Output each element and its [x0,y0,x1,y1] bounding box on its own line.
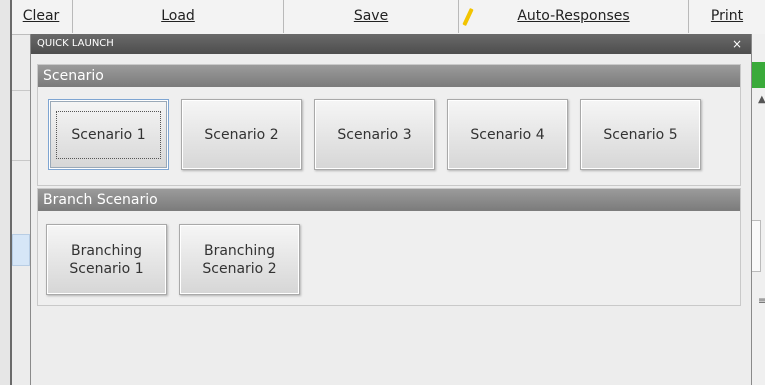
divider [12,90,30,91]
divider [12,160,30,161]
scenario-4-button[interactable]: Scenario 4 [447,99,568,170]
section-header-branch: Branch Scenario [38,189,740,211]
scrollbar-thumb[interactable] [751,220,761,272]
left-edge-panel [0,0,12,385]
scroll-up-icon[interactable]: ▲ [758,94,765,105]
branch-scenario-section: Branch Scenario Branching Scenario 1 Bra… [37,188,741,306]
window-title: QUICK LAUNCH [37,38,114,49]
section-header-scenario: Scenario [38,65,740,87]
grip-icon[interactable]: ≡ [758,296,765,307]
scenario-section: Scenario Scenario 1 Scenario 2 Scenario … [37,64,741,186]
clear-button[interactable]: Clear [10,0,73,33]
scenario-3-button[interactable]: Scenario 3 [314,99,435,170]
auto-responses-button[interactable]: Auto-Responses [459,0,689,33]
print-button[interactable]: Print [689,0,765,33]
scenario-1-button[interactable]: Scenario 1 [48,99,169,170]
background-selected-row [12,234,30,266]
scenario-5-button[interactable]: Scenario 5 [580,99,701,170]
branching-scenario-1-button[interactable]: Branching Scenario 1 [46,224,167,295]
branching-scenario-2-button[interactable]: Branching Scenario 2 [179,224,300,295]
quick-launch-window: QUICK LAUNCH × Scenario Scenario 1 Scena… [30,34,752,385]
load-button[interactable]: Load [73,0,284,33]
app-toolbar: Clear Load Save Auto-Responses Print [0,0,765,35]
window-title-bar: QUICK LAUNCH × [31,34,751,54]
close-icon[interactable]: × [732,34,742,54]
scenario-2-button[interactable]: Scenario 2 [181,99,302,170]
save-button[interactable]: Save [284,0,459,33]
